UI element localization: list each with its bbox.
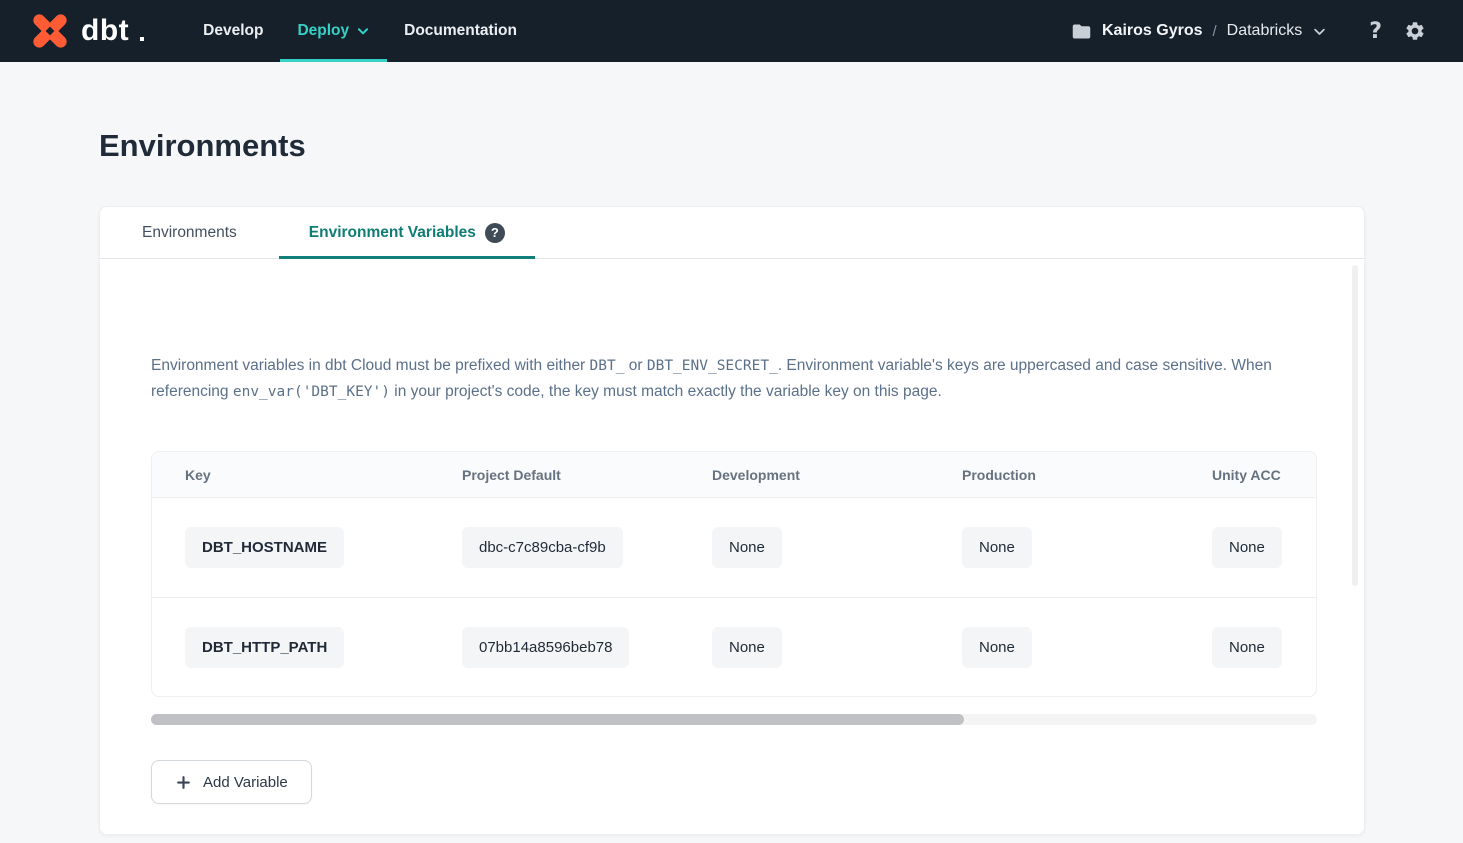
env-var-production-value[interactable]: None (962, 627, 1032, 668)
vertical-scrollbar[interactable] (1352, 265, 1358, 586)
primary-nav: Develop Deploy Documentation (186, 0, 534, 62)
breadcrumb-separator: / (1212, 23, 1216, 40)
env-var-description: Environment variables in dbt Cloud must … (151, 353, 1317, 405)
description-text: in your project's code, the key must mat… (390, 383, 942, 400)
nav-item-deploy[interactable]: Deploy (280, 0, 387, 62)
nav-item-develop[interactable]: Develop (186, 0, 280, 62)
env-var-unity-acc-value[interactable]: None (1212, 627, 1282, 668)
column-header-unity-acc: Unity ACC (1212, 467, 1316, 483)
table-row: DBT_HOSTNAME dbc-c7c89cba-cf9b None None… (152, 498, 1316, 597)
nav-item-label: Deploy (297, 22, 349, 40)
help-circle-icon[interactable]: ? (485, 223, 505, 243)
dbt-logo-icon (28, 9, 72, 53)
column-header-production: Production (962, 467, 1212, 483)
env-var-project-default[interactable]: dbc-c7c89cba-cf9b (462, 527, 623, 568)
env-var-development-value[interactable]: None (712, 527, 782, 568)
horizontal-scrollbar-thumb[interactable] (151, 714, 964, 725)
code-env-var-call: env_var('DBT_KEY') (233, 384, 390, 400)
breadcrumb-account: Kairos Gyros (1102, 22, 1202, 40)
nav-item-documentation[interactable]: Documentation (387, 0, 534, 62)
tab-label: Environments (142, 224, 237, 242)
column-header-development: Development (712, 467, 962, 483)
code-dbt-env-secret-prefix: DBT_ENV_SECRET_ (647, 358, 778, 374)
tab-label: Environment Variables (309, 224, 476, 242)
help-icon[interactable]: ? (1369, 19, 1382, 44)
nav-item-label: Documentation (404, 22, 517, 40)
environments-card: Environments Environment Variables ? Env… (99, 206, 1365, 835)
dbt-logo[interactable]: dbt (28, 0, 144, 62)
nav-item-label: Develop (203, 22, 263, 40)
top-navigation-bar: dbt Develop Deploy Documentation Kairos … (0, 0, 1463, 62)
code-dbt-prefix: DBT_ (590, 358, 625, 374)
gear-icon[interactable] (1404, 20, 1426, 42)
env-var-unity-acc-value[interactable]: None (1212, 527, 1282, 568)
description-text: or (624, 357, 646, 374)
add-variable-label: Add Variable (203, 774, 288, 791)
dbt-logo-text: dbt (81, 16, 129, 46)
breadcrumb-project: Databricks (1227, 22, 1303, 40)
chevron-down-icon (356, 24, 370, 38)
project-picker[interactable]: Kairos Gyros / Databricks (1071, 21, 1327, 42)
topbar-right-group: Kairos Gyros / Databricks ? (1071, 0, 1426, 62)
add-variable-button[interactable]: Add Variable (151, 760, 312, 804)
plus-icon (175, 774, 192, 791)
environment-variables-table: Key Project Default Development Producti… (151, 451, 1317, 697)
env-var-development-value[interactable]: None (712, 627, 782, 668)
env-var-production-value[interactable]: None (962, 527, 1032, 568)
tab-environment-variables[interactable]: Environment Variables ? (279, 207, 535, 258)
table-header-row: Key Project Default Development Producti… (152, 452, 1316, 498)
column-header-project-default: Project Default (462, 467, 712, 483)
page-title: Environments (99, 129, 1463, 163)
table-row: DBT_HTTP_PATH 07bb14a8596beb78 None None… (152, 597, 1316, 696)
tab-content: Environment variables in dbt Cloud must … (100, 259, 1364, 834)
env-var-key[interactable]: DBT_HTTP_PATH (185, 627, 344, 668)
env-var-key[interactable]: DBT_HOSTNAME (185, 527, 344, 568)
tab-bar: Environments Environment Variables ? (100, 207, 1364, 259)
tab-environments[interactable]: Environments (100, 207, 279, 258)
description-text: Environment variables in dbt Cloud must … (151, 357, 590, 374)
column-header-key: Key (185, 467, 462, 483)
horizontal-scrollbar[interactable] (151, 714, 1317, 725)
env-var-project-default[interactable]: 07bb14a8596beb78 (462, 627, 629, 668)
chevron-down-icon (1312, 24, 1327, 39)
folder-icon (1071, 21, 1092, 42)
dbt-logo-trademark-dot (140, 37, 144, 41)
